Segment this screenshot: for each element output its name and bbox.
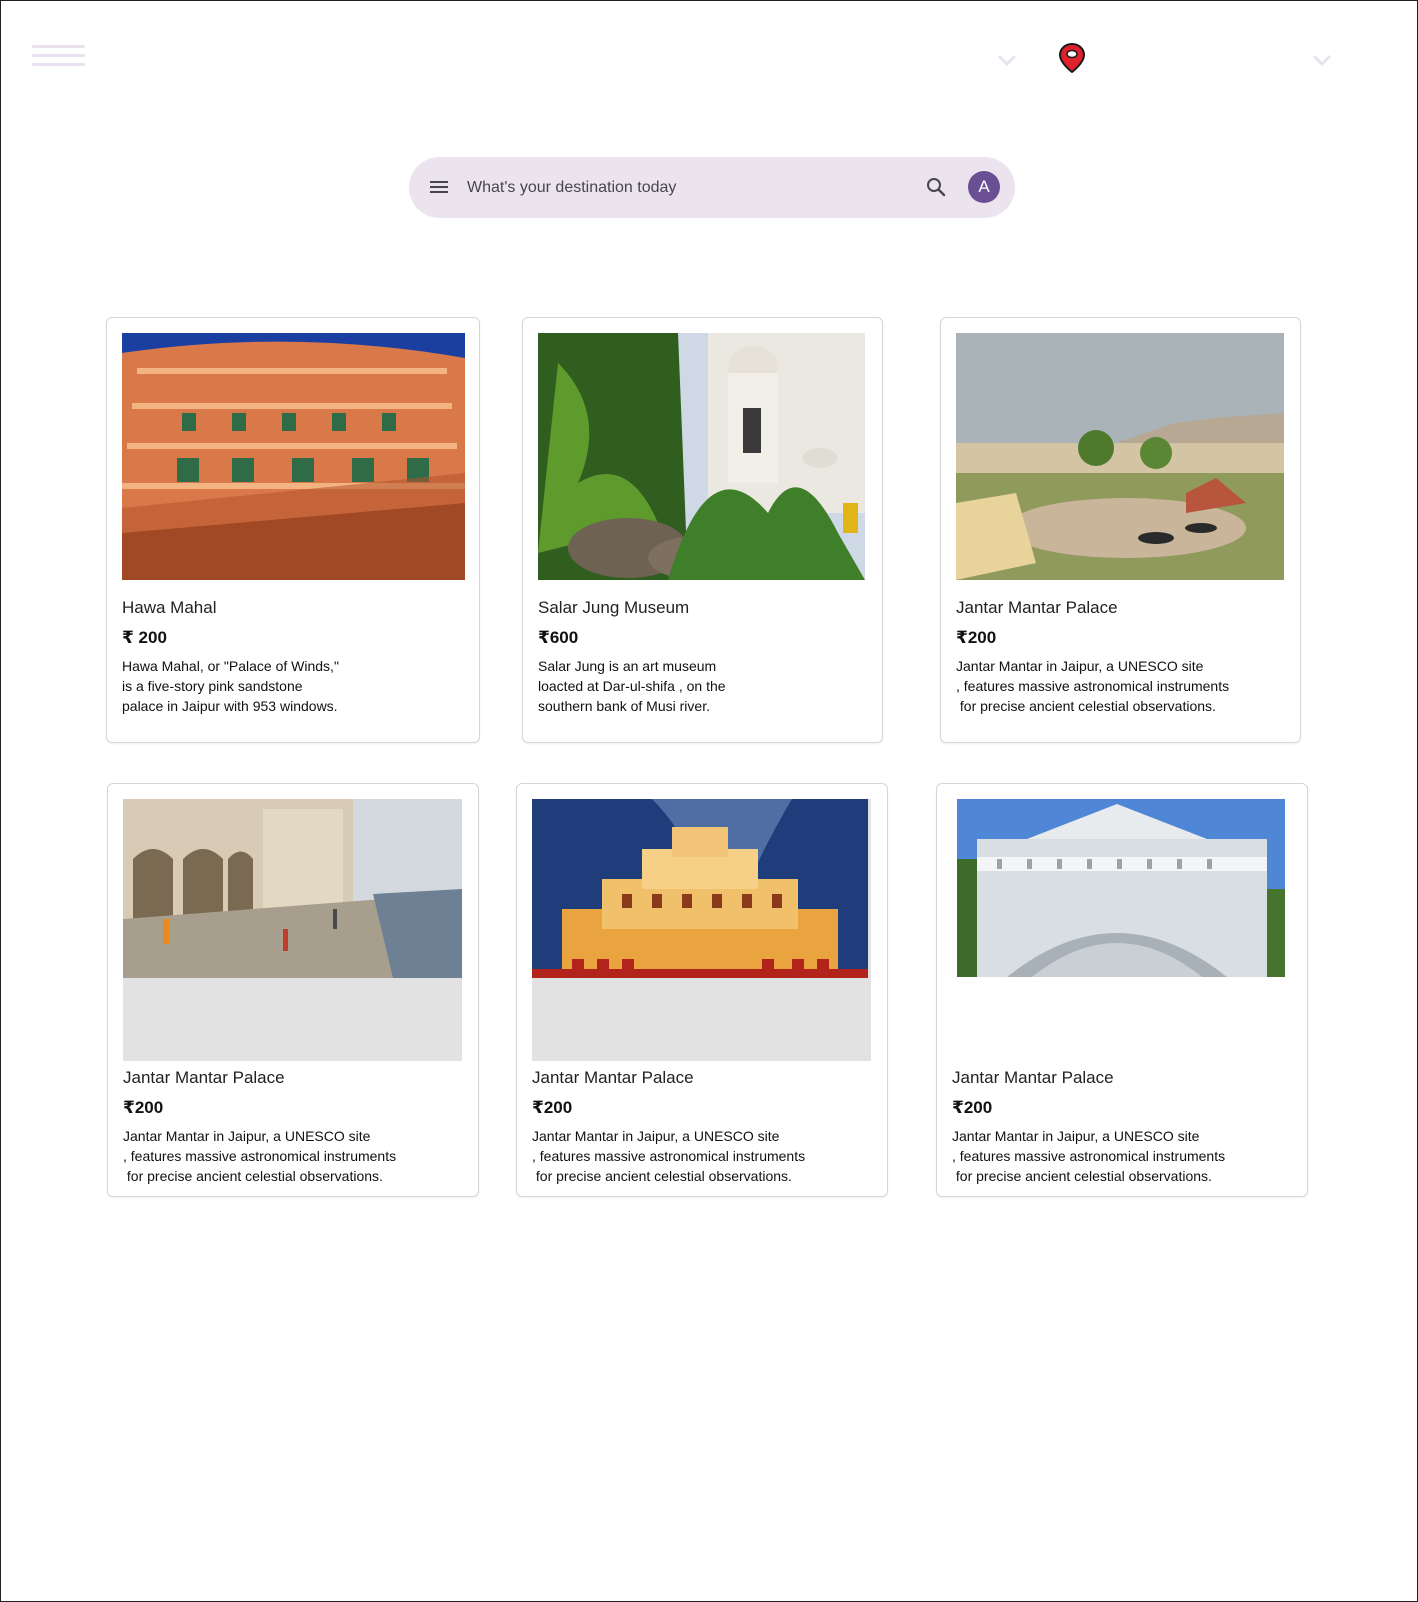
place-description: Salar Jung is an art museum loacted at D… [538,658,726,714]
place-price: ₹ 200 [122,628,167,647]
place-price: ₹200 [956,628,997,647]
map-pin-icon [1058,42,1086,74]
place-description: Jantar Mantar in Jaipur, a UNESCO site ,… [952,1128,1226,1184]
place-title: Hawa Mahal [122,598,217,617]
place-title: Jantar Mantar Palace [956,598,1118,617]
place-price: ₹200 [952,1098,993,1117]
place-card[interactable]: Hawa Mahal ₹ 200 Hawa Mahal, or "Palace … [106,317,480,743]
place-card[interactable]: Jantar Mantar Palace ₹200 Jantar Mantar … [936,783,1308,1197]
place-image [122,333,465,580]
place-image [538,333,865,580]
chevron-down-icon[interactable] [1311,52,1333,68]
search-icon[interactable] [924,175,948,199]
search-bar: A [409,157,1015,218]
place-description: Jantar Mantar in Jaipur, a UNESCO site ,… [532,1128,806,1184]
place-image [532,799,868,978]
place-card[interactable]: Salar Jung Museum ₹600 Salar Jung is an … [522,317,883,743]
place-title: Jantar Mantar Palace [123,1068,285,1087]
search-input[interactable] [465,169,909,207]
place-image [956,333,1284,580]
place-description: Hawa Mahal, or "Palace of Winds," is a f… [122,658,339,714]
place-description: Jantar Mantar in Jaipur, a UNESCO site ,… [956,658,1230,714]
place-card[interactable]: Jantar Mantar Palace ₹200 Jantar Mantar … [940,317,1301,743]
avatar[interactable]: A [968,171,1000,203]
place-title: Salar Jung Museum [538,598,690,617]
chevron-down-icon[interactable] [996,52,1018,68]
place-price: ₹200 [532,1098,573,1117]
place-card[interactable]: Jantar Mantar Palace ₹200 Jantar Mantar … [516,783,888,1197]
menu-icon[interactable] [427,175,451,199]
place-price: ₹200 [123,1098,164,1117]
place-card[interactable]: Jantar Mantar Palace ₹200 Jantar Mantar … [107,783,479,1197]
place-title: Jantar Mantar Palace [952,1068,1114,1087]
menu-button[interactable] [32,44,85,70]
place-price: ₹600 [538,628,579,647]
place-image [957,799,1285,977]
place-image [123,799,462,978]
place-title: Jantar Mantar Palace [532,1068,694,1087]
place-description: Jantar Mantar in Jaipur, a UNESCO site ,… [123,1128,397,1184]
